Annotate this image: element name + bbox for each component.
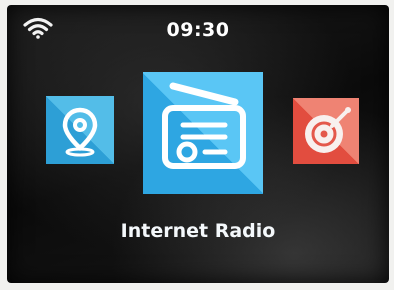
location-app-tile[interactable] bbox=[46, 96, 114, 164]
radio-icon bbox=[162, 82, 246, 169]
clock-time: 09:30 bbox=[166, 19, 230, 41]
display-screen: 09:30 Internet Radio bbox=[7, 5, 389, 283]
device-frame: 09:30 Internet Radio bbox=[0, 0, 394, 290]
status-bar: 09:30 bbox=[7, 5, 389, 55]
selected-app-label: Internet Radio bbox=[120, 220, 276, 242]
media-app-tile[interactable] bbox=[293, 98, 359, 164]
map-pin-icon bbox=[62, 107, 98, 157]
app-carousel bbox=[7, 65, 389, 205]
music-disc-icon bbox=[305, 107, 351, 153]
internet-radio-app-tile[interactable] bbox=[143, 72, 263, 194]
